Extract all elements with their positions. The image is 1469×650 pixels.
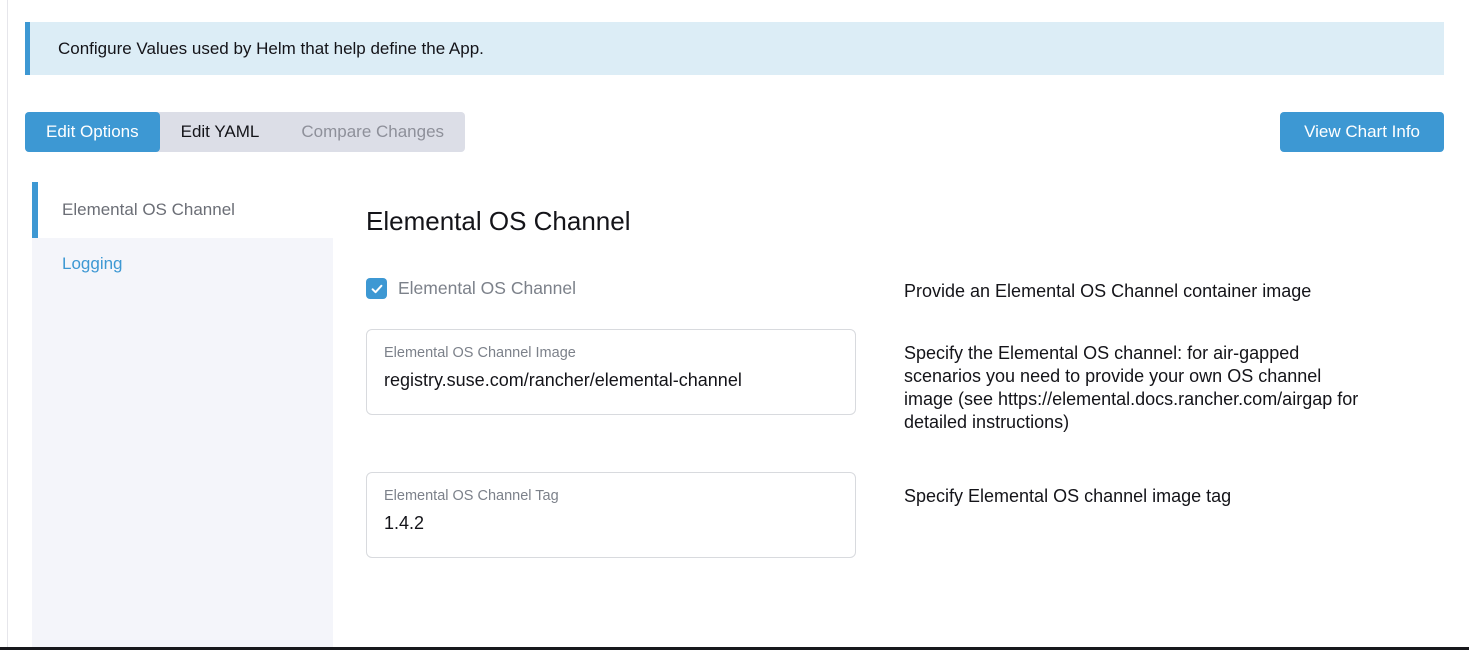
tab-edit-yaml[interactable]: Edit YAML bbox=[160, 112, 281, 152]
channel-tag-field[interactable]: Elemental OS Channel Tag bbox=[366, 472, 856, 558]
content-area: Elemental OS Channel Logging Elemental O… bbox=[32, 182, 1444, 647]
channel-tag-field-label: Elemental OS Channel Tag bbox=[384, 487, 838, 505]
toolbar: Edit Options Edit YAML Compare Changes V… bbox=[25, 112, 1444, 152]
edit-mode-tabs: Edit Options Edit YAML Compare Changes bbox=[25, 112, 465, 152]
sidebar-item-elemental-os-channel[interactable]: Elemental OS Channel bbox=[32, 182, 333, 238]
channel-image-field-label: Elemental OS Channel Image bbox=[384, 344, 838, 362]
options-sidebar: Elemental OS Channel Logging bbox=[32, 182, 333, 647]
channel-tag-input[interactable] bbox=[384, 511, 838, 535]
help-text-checkbox: Provide an Elemental OS Channel containe… bbox=[904, 278, 1372, 303]
help-text-channel-tag: Specify Elemental OS channel image tag bbox=[904, 472, 1372, 508]
form-row-channel-image: Elemental OS Channel Image Specify the E… bbox=[366, 329, 1444, 434]
form-row-channel-tag: Elemental OS Channel Tag Specify Element… bbox=[366, 472, 1444, 558]
checkbox-label: Elemental OS Channel bbox=[398, 278, 576, 299]
options-panel: Elemental OS Channel Elemental OS Channe… bbox=[333, 182, 1444, 647]
form-area: Elemental OS Channel Provide an Elementa… bbox=[366, 278, 1444, 558]
tab-edit-options-label: Edit Options bbox=[46, 122, 139, 142]
checkbox-checked-icon bbox=[366, 278, 387, 299]
sidebar-item-label: Elemental OS Channel bbox=[62, 200, 235, 220]
channel-image-field[interactable]: Elemental OS Channel Image bbox=[366, 329, 856, 415]
sidebar-item-label: Logging bbox=[62, 254, 123, 274]
banner-text: Configure Values used by Helm that help … bbox=[58, 39, 484, 59]
help-text-channel-image: Specify the Elemental OS channel: for ai… bbox=[904, 329, 1372, 434]
helm-values-banner: Configure Values used by Helm that help … bbox=[25, 22, 1444, 75]
tab-edit-yaml-label: Edit YAML bbox=[181, 122, 260, 142]
page-title: Elemental OS Channel bbox=[366, 204, 1444, 238]
view-chart-info-button[interactable]: View Chart Info bbox=[1280, 112, 1444, 152]
page-left-divider bbox=[7, 0, 8, 650]
tab-compare-changes[interactable]: Compare Changes bbox=[280, 112, 465, 152]
elemental-os-channel-checkbox[interactable]: Elemental OS Channel bbox=[366, 278, 856, 299]
form-row-checkbox: Elemental OS Channel Provide an Elementa… bbox=[366, 278, 1444, 303]
tab-edit-options[interactable]: Edit Options bbox=[25, 112, 160, 152]
sidebar-item-logging[interactable]: Logging bbox=[32, 238, 333, 290]
channel-image-input[interactable] bbox=[384, 368, 838, 392]
tab-compare-changes-label: Compare Changes bbox=[301, 122, 444, 142]
